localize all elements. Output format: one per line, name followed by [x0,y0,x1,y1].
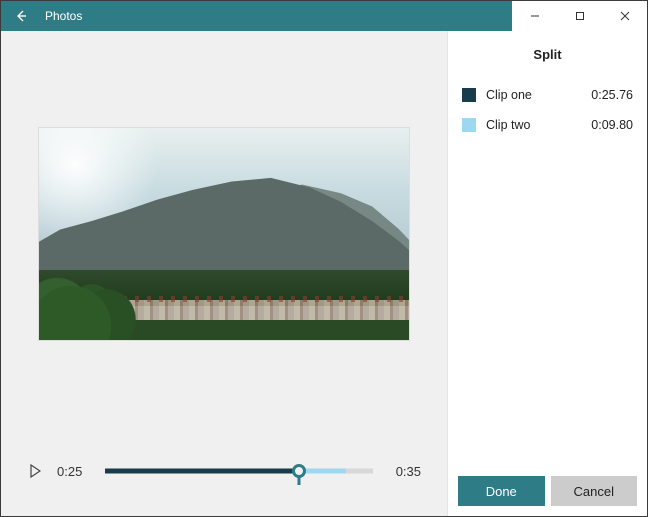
back-button[interactable] [1,1,41,31]
maximize-icon [575,11,585,21]
clip-list: Clip one 0:25.76 Clip two 0:09.80 [448,80,647,140]
track-segment-clip-one [105,469,299,474]
content-area: 0:25 0:35 Split Clip one 0:25.76 Clip two 0… [1,31,647,516]
split-panel: Split Clip one 0:25.76 Clip two 0:09.80 Don… [447,31,647,516]
minimize-button[interactable] [512,1,557,31]
clip-label: Clip one [486,88,532,102]
play-icon [29,464,41,478]
clip-label: Clip two [486,118,530,132]
cancel-button[interactable]: Cancel [551,476,638,506]
clip-left: Clip one [462,88,532,102]
app-window: Photos [0,0,648,517]
track-segment-clip-two [299,469,346,474]
preview-wrap [1,41,447,426]
clip-swatch [462,88,476,102]
total-time: 0:35 [387,464,421,479]
clip-row[interactable]: Clip two 0:09.80 [462,110,633,140]
timeline-row: 0:25 0:35 [1,426,447,516]
minimize-icon [530,11,540,21]
window-controls [512,1,647,31]
clip-duration: 0:09.80 [591,118,633,132]
preview-bush [39,270,169,340]
titlebar: Photos [1,1,647,31]
timeline-track[interactable] [105,459,373,483]
maximize-button[interactable] [557,1,602,31]
clip-swatch [462,118,476,132]
arrow-left-icon [13,8,29,24]
panel-title: Split [448,31,647,80]
close-icon [620,11,630,21]
clip-left: Clip two [462,118,530,132]
video-pane: 0:25 0:35 [1,31,447,516]
close-button[interactable] [602,1,647,31]
play-button[interactable] [27,463,43,479]
button-row: Done Cancel [448,466,647,516]
done-button[interactable]: Done [458,476,545,506]
current-time: 0:25 [57,464,91,479]
clip-row[interactable]: Clip one 0:25.76 [462,80,633,110]
track-base [105,469,373,474]
split-handle[interactable] [292,464,306,478]
clip-duration: 0:25.76 [591,88,633,102]
video-preview[interactable] [39,128,409,340]
window-title: Photos [41,9,82,23]
